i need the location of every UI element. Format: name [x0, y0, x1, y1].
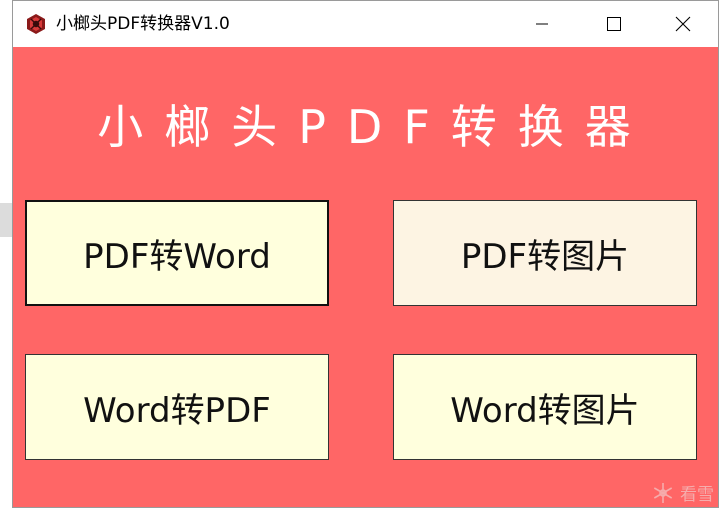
background-strip	[0, 203, 12, 237]
close-button[interactable]	[647, 1, 718, 47]
word-to-image-button[interactable]: Word转图片	[393, 354, 697, 460]
app-heading: 小榔头PDF转换器	[97, 100, 652, 154]
app-window: 小榔头PDF转换器V1.0 小榔头PDF转换器 PDF转Word PDF转图片 …	[12, 0, 719, 508]
close-icon	[675, 16, 691, 32]
pdf-to-word-button[interactable]: PDF转Word	[25, 200, 329, 306]
minimize-icon	[535, 17, 549, 31]
main-panel: 小榔头PDF转换器 PDF转Word PDF转图片 Word转PDF Word转…	[13, 47, 718, 507]
maximize-button[interactable]	[578, 1, 650, 47]
hammer-app-icon[interactable]	[25, 13, 47, 35]
title-bar[interactable]: 小榔头PDF转换器V1.0	[13, 1, 718, 47]
snowflake-icon	[652, 482, 674, 504]
pdf-to-image-button[interactable]: PDF转图片	[393, 200, 697, 306]
word-to-pdf-button[interactable]: Word转PDF	[25, 354, 329, 460]
minimize-button[interactable]	[506, 1, 578, 47]
watermark: 看雪	[652, 480, 714, 505]
maximize-icon	[606, 16, 622, 32]
window-title: 小榔头PDF转换器V1.0	[56, 14, 230, 34]
watermark-text: 看雪	[680, 485, 714, 505]
